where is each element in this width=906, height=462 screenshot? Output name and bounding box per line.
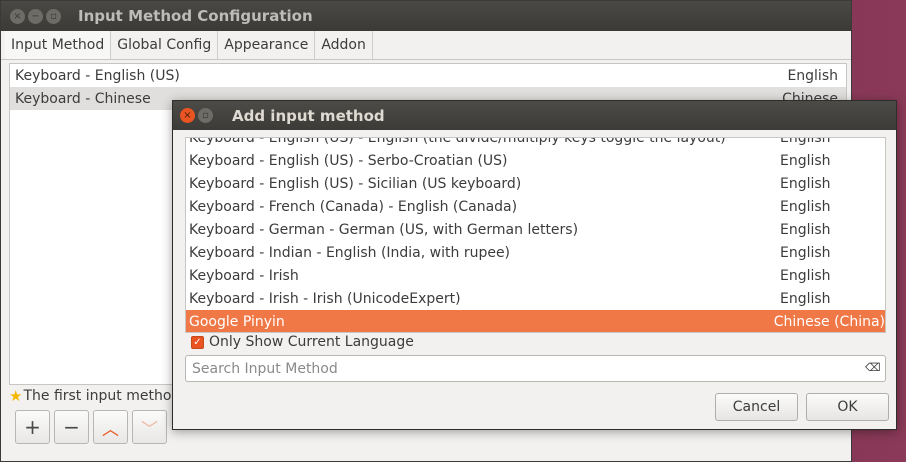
tab-global-config[interactable]: Global Config [111, 31, 219, 59]
cancel-button[interactable]: Cancel [715, 393, 798, 421]
ok-button[interactable]: OK [806, 393, 889, 421]
method-name: Keyboard - French (Canada) - English (Ca… [189, 198, 518, 215]
list-item[interactable]: Keyboard - English (US) English [10, 64, 846, 87]
remove-button[interactable]: − [54, 410, 89, 444]
available-methods-list[interactable]: Keyboard - English (US) - English (the d… [185, 137, 886, 333]
method-name: Keyboard - German - German (US, with Ger… [189, 221, 579, 238]
clear-icon[interactable]: ⌫ [865, 362, 881, 374]
close-icon[interactable]: × [10, 8, 25, 24]
method-language: Chinese (China) [773, 313, 885, 330]
star-icon: ★ [9, 387, 23, 405]
move-up-button[interactable]: ︿ [93, 410, 128, 444]
hint-text: The first input method [23, 388, 181, 404]
list-item[interactable]: Keyboard - Irish English [186, 264, 885, 287]
close-icon[interactable]: × [180, 108, 195, 123]
minimize-icon[interactable]: − [28, 8, 43, 24]
tab-addon[interactable]: Addon [315, 31, 373, 59]
tab-appearance[interactable]: Appearance [218, 31, 316, 59]
method-name: Keyboard - English (US) - Sicilian (US k… [189, 175, 522, 192]
method-language: English [780, 137, 831, 146]
method-name: Keyboard - Indian - English (India, with… [189, 244, 511, 261]
list-item[interactable]: Keyboard - Irish - Irish (UnicodeExpert)… [186, 287, 885, 310]
list-item[interactable]: Keyboard - French (Canada) - English (Ca… [186, 195, 885, 218]
tab-bar: Input Method Global Config Appearance Ad… [1, 31, 851, 60]
im-toolbar: + − ︿ ﹀ [15, 410, 167, 444]
window-title: Input Method Configuration [78, 7, 313, 25]
main-titlebar: × − ▫ Input Method Configuration [1, 1, 851, 31]
list-item[interactable]: Keyboard - Indian - English (India, with… [186, 241, 885, 264]
method-language: English [780, 290, 831, 307]
maximize-icon[interactable]: ▫ [46, 8, 61, 24]
list-item[interactable]: Keyboard - English (US) - English (the d… [186, 137, 885, 149]
method-language: English [780, 198, 831, 215]
list-item[interactable]: Google Pinyin Chinese (China) [186, 310, 885, 332]
only-show-label: Only Show Current Language [209, 334, 414, 350]
add-button[interactable]: + [15, 410, 50, 444]
method-language: English [780, 244, 831, 261]
checkbox-checked-icon[interactable]: ✓ [191, 335, 204, 349]
method-language: English [780, 152, 831, 169]
add-input-method-dialog: × ▫ Add input method Keyboard - English … [172, 100, 897, 430]
move-down-button[interactable]: ﹀ [132, 410, 167, 444]
hint-line: ★ The first input method [9, 387, 180, 405]
dialog-titlebar: × ▫ Add input method [173, 101, 896, 130]
only-show-current-language[interactable]: ✓ Only Show Current Language [191, 334, 414, 350]
tab-input-method[interactable]: Input Method [5, 31, 112, 59]
method-language: English [780, 221, 831, 238]
list-item[interactable]: Keyboard - English (US) - Sicilian (US k… [186, 172, 885, 195]
method-name: Keyboard - English (US) - English (the d… [189, 137, 726, 146]
input-method-name: Keyboard - Chinese [15, 90, 151, 107]
method-language: English [780, 267, 831, 284]
maximize-icon[interactable]: ▫ [198, 108, 213, 123]
dialog-title: Add input method [232, 106, 385, 125]
method-name: Keyboard - English (US) - Serbo-Croatian… [189, 152, 508, 169]
input-method-lang: English [787, 67, 838, 84]
list-item[interactable]: Keyboard - English (US) - Serbo-Croatian… [186, 149, 885, 172]
input-method-name: Keyboard - English (US) [15, 67, 180, 84]
method-name: Keyboard - Irish [189, 267, 299, 284]
search-input[interactable]: Search Input Method ⌫ [185, 355, 886, 382]
list-item[interactable]: Keyboard - German - German (US, with Ger… [186, 218, 885, 241]
method-language: English [780, 175, 831, 192]
method-name: Keyboard - Irish - Irish (UnicodeExpert) [189, 290, 461, 307]
method-name: Google Pinyin [189, 313, 285, 330]
search-placeholder: Search Input Method [192, 360, 338, 377]
